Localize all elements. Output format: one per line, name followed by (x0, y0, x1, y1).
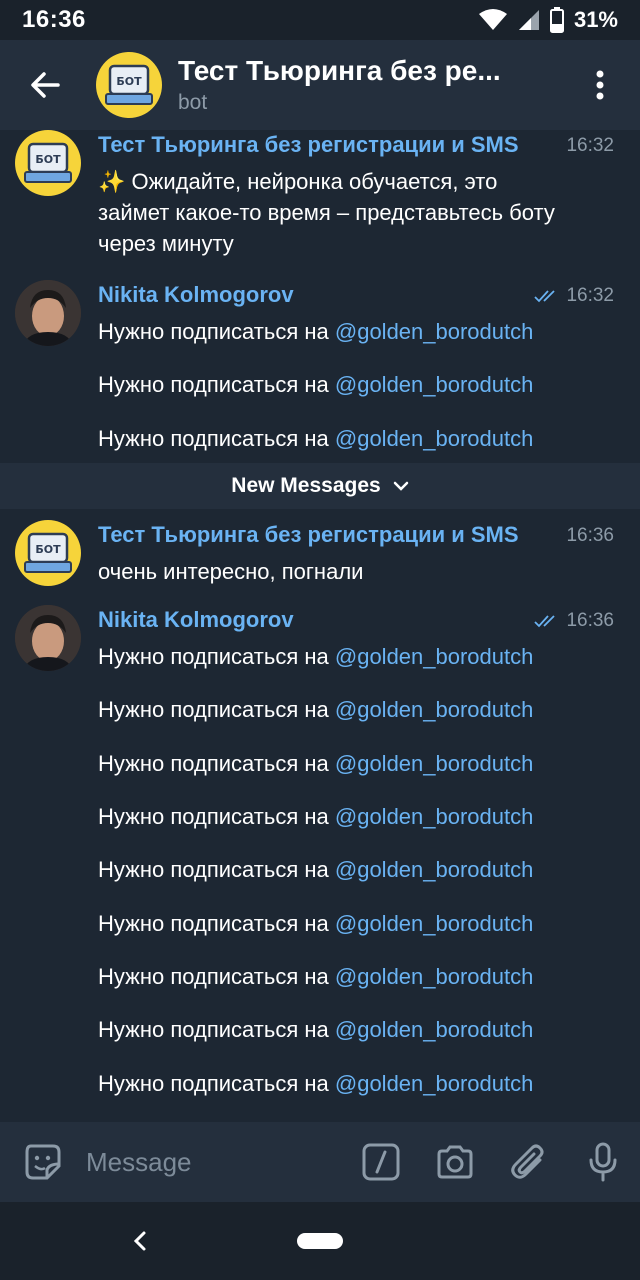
mention-link[interactable]: @golden_borodutch (335, 857, 533, 882)
message-time: 16:32 (566, 135, 614, 156)
system-nav-bar (0, 1202, 640, 1280)
signal-icon (518, 10, 539, 30)
message-text: Нужно подписаться на @golden_borodutch (98, 644, 534, 669)
nav-home-pill[interactable] (297, 1233, 343, 1249)
new-messages-divider[interactable]: New Messages (0, 463, 640, 509)
back-button[interactable] (0, 40, 90, 130)
menu-button[interactable] (560, 40, 640, 130)
back-arrow-icon (31, 72, 60, 98)
wifi-icon (478, 9, 507, 30)
voice-button[interactable] (566, 1122, 640, 1202)
mention-link[interactable]: @golden_borodutch (335, 319, 533, 344)
message-text: Нужно подписаться на @golden_borodutch (98, 1017, 534, 1042)
bot-avatar-icon: БОТ (105, 64, 153, 105)
message-sender[interactable]: Nikita Kolmogorov (98, 607, 294, 633)
message-sender[interactable]: Тест Тьюринга без регистрации и SMS (98, 522, 519, 548)
message-sender[interactable]: Nikita Kolmogorov (98, 282, 294, 308)
message-time: 16:36 (534, 610, 614, 632)
header-avatar[interactable]: БОТ (96, 52, 162, 118)
mention-link[interactable]: @golden_borodutch (335, 1071, 533, 1096)
sticker-icon (25, 1144, 61, 1180)
battery-icon (549, 7, 564, 33)
message-text: Нужно подписаться на @golden_borodutch (98, 319, 534, 344)
message-time: 16:36 (566, 525, 614, 546)
avatar[interactable] (15, 605, 81, 671)
nav-back-icon[interactable] (126, 1226, 156, 1256)
camera-button[interactable] (418, 1122, 492, 1202)
mention-link[interactable]: @golden_borodutch (335, 1017, 533, 1042)
attach-button[interactable] (492, 1122, 566, 1202)
bot-command-button[interactable] (344, 1122, 418, 1202)
new-messages-label: New Messages (231, 474, 381, 497)
composer-bar: Message (0, 1122, 640, 1202)
status-bar: 16:36 31% (0, 0, 640, 40)
bot-avatar-icon: БОТ (24, 532, 72, 573)
message-text: Нужно подписаться на @golden_borodutch (98, 426, 534, 451)
bot-avatar[interactable]: БОТ (15, 130, 81, 196)
camera-icon (437, 1145, 473, 1179)
message-text: ✨ Ожидайте, нейронка обучается, это займ… (98, 169, 555, 256)
avatar[interactable] (15, 280, 81, 346)
bot-avatar[interactable]: БОТ (15, 520, 81, 586)
message-text: Нужно подписаться на @golden_borodutch (98, 372, 534, 397)
svg-text:БОТ: БОТ (35, 153, 61, 166)
status-icons: 31% (478, 7, 618, 33)
user-photo (15, 280, 81, 346)
mention-link[interactable]: @golden_borodutch (335, 804, 533, 829)
mention-link[interactable]: @golden_borodutch (335, 644, 533, 669)
bot-command-icon (362, 1143, 400, 1181)
message-text: Нужно подписаться на @golden_borodutch (98, 1071, 534, 1096)
bot-avatar-icon: БОТ (24, 142, 72, 183)
svg-text:БОТ: БОТ (116, 75, 142, 88)
message-time: 16:32 (534, 285, 614, 307)
mention-link[interactable]: @golden_borodutch (335, 426, 533, 451)
message-text: очень интересно, погнали (98, 559, 364, 584)
message-text: Нужно подписаться на @golden_borodutch (98, 857, 534, 882)
mention-link[interactable]: @golden_borodutch (335, 911, 533, 936)
sticker-button[interactable] (6, 1122, 80, 1202)
mic-icon (589, 1142, 617, 1182)
message-text: Нужно подписаться на @golden_borodutch (98, 911, 534, 936)
svg-text:БОТ: БОТ (35, 543, 61, 556)
attach-icon (511, 1144, 544, 1179)
message-text: Нужно подписаться на @golden_borodutch (98, 751, 534, 776)
message-text: Нужно подписаться на @golden_borodutch (98, 964, 534, 989)
read-checks-icon (534, 290, 556, 303)
mention-link[interactable]: @golden_borodutch (335, 372, 533, 397)
message-sender[interactable]: Тест Тьюринга без регистрации и SMS (98, 132, 519, 158)
message-input[interactable]: Message (80, 1147, 344, 1178)
message-list[interactable]: БОТ Тест Тьюринга без регистрации и SMS … (0, 130, 640, 1122)
message-text: Нужно подписаться на @golden_borodutch (98, 697, 534, 722)
battery-percent: 31% (573, 7, 618, 32)
menu-dots-icon (596, 70, 604, 100)
mention-link[interactable]: @golden_borodutch (335, 964, 533, 989)
chat-title: Тест Тьюринга без ре... (178, 55, 501, 86)
user-photo (15, 605, 81, 671)
mention-link[interactable]: @golden_borodutch (335, 697, 533, 722)
header-info[interactable]: Тест Тьюринга без ре... bot (178, 55, 560, 115)
chevron-down-icon (393, 481, 408, 491)
chat-header: БОТ Тест Тьюринга без ре... bot (0, 40, 640, 130)
chat-subtitle: bot (178, 91, 208, 114)
read-checks-icon (534, 615, 556, 628)
mention-link[interactable]: @golden_borodutch (335, 751, 533, 776)
message-text: Нужно подписаться на @golden_borodutch (98, 804, 534, 829)
status-time: 16:36 (22, 6, 86, 33)
